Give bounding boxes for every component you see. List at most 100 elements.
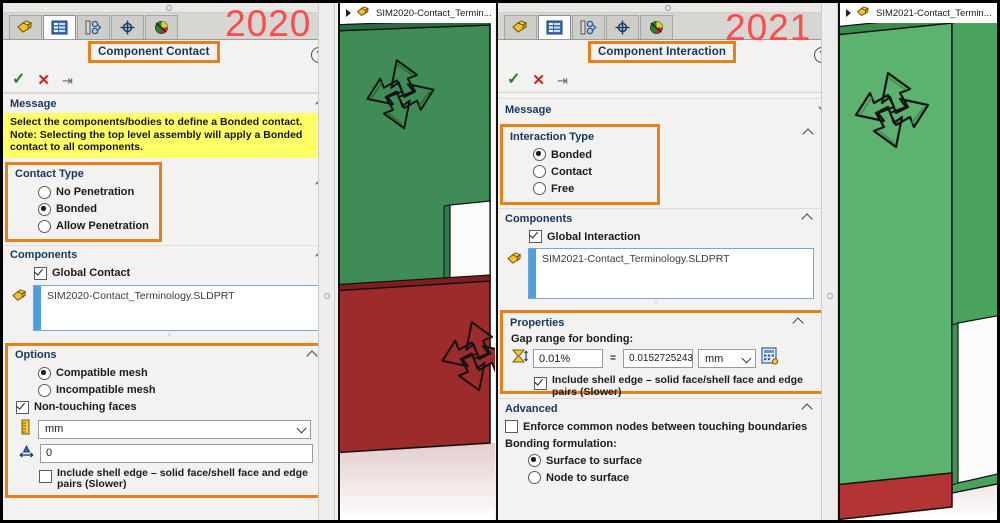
- unit-select[interactable]: mm: [698, 349, 756, 368]
- selection-listbox[interactable]: SIM2021-Contact_Terminology.SLDPRT: [528, 248, 814, 299]
- radio-bonded[interactable]: Bonded: [8, 201, 159, 218]
- selection-listbox[interactable]: SIM2020-Contact_Terminology.SLDPRT: [33, 284, 327, 331]
- checkbox-icon[interactable]: [39, 469, 52, 483]
- radio-free[interactable]: Free: [503, 180, 657, 197]
- radio-node-to-surface[interactable]: Node to surface: [498, 469, 838, 486]
- radio-bonded[interactable]: Bonded: [503, 146, 657, 163]
- checkbox-icon[interactable]: [505, 420, 518, 433]
- display-manager-tab[interactable]: [606, 15, 639, 39]
- scene-2021[interactable]: [840, 23, 997, 520]
- radio-icon[interactable]: [38, 202, 51, 216]
- chevron-up-icon[interactable]: [802, 128, 814, 140]
- checkbox-icon[interactable]: [34, 266, 47, 280]
- radio-compatible-mesh[interactable]: Compatible mesh: [8, 365, 326, 382]
- contact-type-header[interactable]: Contact Type: [8, 165, 159, 184]
- simulation-study-tab[interactable]: [43, 15, 76, 39]
- message-section-header[interactable]: Message: [498, 98, 838, 121]
- checkbox-include-shell-edge-2021[interactable]: Include shell edge – solid face/shell fa…: [503, 370, 827, 398]
- checkbox-icon[interactable]: [529, 230, 542, 243]
- radio-icon[interactable]: [38, 219, 51, 233]
- cancel-button[interactable]: ✕: [532, 73, 545, 88]
- chevron-up-icon[interactable]: [792, 317, 804, 329]
- simulation-study-tab[interactable]: [538, 15, 571, 39]
- properties-section-header[interactable]: Properties: [503, 313, 827, 332]
- checkbox-enforce-common-nodes[interactable]: Enforce common nodes between touching bo…: [498, 418, 838, 435]
- ok-button[interactable]: ✓: [12, 72, 25, 88]
- checkbox-include-shell-edge-2020[interactable]: Include shell edge – solid face/shell fa…: [8, 463, 326, 491]
- panel-scrollbar-2021[interactable]: [821, 3, 838, 520]
- radio-icon[interactable]: [528, 471, 541, 484]
- radio-icon[interactable]: [533, 182, 546, 195]
- scrollbar-dot-icon: [324, 293, 330, 299]
- resize-grip-icon[interactable]: ◦: [498, 299, 838, 307]
- pin-button[interactable]: ⇥: [557, 74, 568, 87]
- appearances-tab[interactable]: [640, 15, 673, 39]
- radio-label: Bonded: [56, 203, 97, 216]
- message-section-label: Message: [505, 104, 552, 116]
- chevron-down-icon[interactable]: [741, 353, 752, 363]
- resize-grip-icon[interactable]: ◦: [3, 330, 335, 339]
- message-section-label: Message: [10, 97, 57, 110]
- selection-item[interactable]: SIM2020-Contact_Terminology.SLDPRT: [41, 286, 235, 330]
- radio-icon[interactable]: [38, 185, 51, 199]
- chevron-up-icon[interactable]: [306, 350, 318, 362]
- calculator-icon[interactable]: [761, 347, 779, 370]
- display-manager-tab[interactable]: [111, 15, 144, 39]
- model-tab[interactable]: [504, 15, 537, 39]
- ok-button[interactable]: ✓: [507, 72, 520, 88]
- scene-2020[interactable]: [340, 23, 495, 520]
- radio-no-penetration[interactable]: No Penetration: [8, 184, 159, 201]
- advanced-section-header[interactable]: Advanced: [498, 398, 838, 418]
- configuration-tab[interactable]: [77, 15, 110, 39]
- graphics-area-2020[interactable]: SIM2020-Contact_Termin...: [338, 3, 495, 520]
- radio-surface-to-surface[interactable]: Surface to surface: [498, 452, 838, 469]
- triangle-right-icon[interactable]: [846, 9, 851, 17]
- radio-icon[interactable]: [533, 148, 546, 161]
- checkbox-global-contact[interactable]: Global Contact: [3, 265, 335, 282]
- gap-percent-input[interactable]: 0.01%: [533, 349, 603, 368]
- radio-icon[interactable]: [533, 165, 546, 178]
- contact-type-label: Contact Type: [15, 168, 84, 181]
- interaction-type-label: Interaction Type: [510, 130, 595, 143]
- pm-action-row-2021: ✓ ✕ ⇥: [498, 68, 838, 93]
- message-section-header[interactable]: Message: [3, 93, 335, 113]
- graphics-area-2021[interactable]: SIM2021-Contact_Termin...: [838, 3, 997, 520]
- checkbox-global-interaction[interactable]: Global Interaction: [498, 228, 838, 245]
- property-manager-2020: Component Contact ? ✓ ✕ ⇥ Message Select…: [3, 3, 335, 520]
- model-tab[interactable]: [9, 15, 42, 39]
- cancel-button[interactable]: ✕: [37, 73, 50, 88]
- gap-range-icon: [511, 348, 528, 370]
- radio-icon[interactable]: [38, 383, 51, 397]
- triangle-right-icon[interactable]: [346, 9, 351, 17]
- gap-input[interactable]: 0: [40, 443, 313, 463]
- collapse-dot-icon[interactable]: [166, 4, 172, 11]
- checkbox-icon[interactable]: [16, 400, 29, 414]
- chevron-up-icon[interactable]: [801, 213, 813, 225]
- chevron-down-icon[interactable]: [296, 423, 307, 434]
- chevron-up-icon[interactable]: [801, 403, 813, 415]
- radio-icon[interactable]: [528, 454, 541, 467]
- components-section-header[interactable]: Components: [3, 244, 335, 265]
- components-section-header[interactable]: Components: [498, 208, 838, 228]
- panel-scrollbar-2020[interactable]: [318, 3, 335, 520]
- interaction-type-header[interactable]: Interaction Type: [503, 127, 657, 146]
- radio-allow-penetration[interactable]: Allow Penetration: [8, 218, 159, 235]
- radio-incompatible-mesh[interactable]: Incompatible mesh: [8, 382, 326, 399]
- options-section-header[interactable]: Options: [8, 346, 326, 365]
- checkbox-non-touching-faces[interactable]: Non-touching faces: [8, 399, 326, 416]
- collapse-dot-icon[interactable]: [665, 4, 671, 11]
- appearances-tab[interactable]: [145, 15, 178, 39]
- viewport-tab-2020[interactable]: SIM2020-Contact_Termin...: [340, 3, 495, 23]
- configuration-tab[interactable]: [572, 15, 605, 39]
- unit-value: mm: [705, 352, 724, 365]
- pin-button[interactable]: ⇥: [62, 74, 73, 87]
- radio-contact[interactable]: Contact: [503, 163, 657, 180]
- unit-select[interactable]: mm: [38, 419, 311, 439]
- gap-absolute-value: 0.0152725243: [629, 353, 693, 364]
- interaction-type-collapse[interactable]: [802, 125, 814, 143]
- radio-icon[interactable]: [38, 366, 51, 380]
- viewport-tab-2021[interactable]: SIM2021-Contact_Termin...: [840, 3, 997, 23]
- gap-absolute-input[interactable]: 0.0152725243: [623, 349, 693, 368]
- selection-item[interactable]: SIM2021-Contact_Terminology.SLDPRT: [536, 249, 730, 298]
- checkbox-icon[interactable]: [534, 377, 547, 390]
